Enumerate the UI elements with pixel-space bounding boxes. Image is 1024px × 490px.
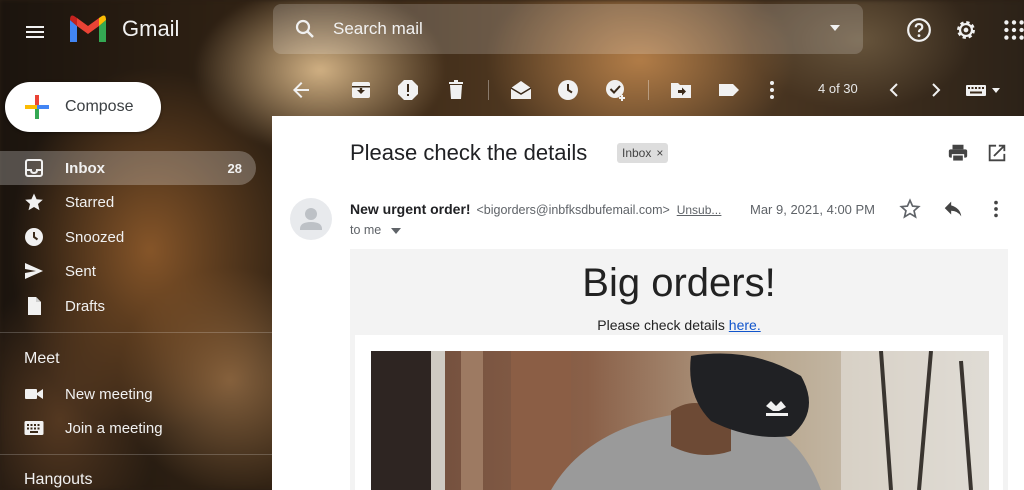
- open-in-new-window-icon[interactable]: [986, 142, 1008, 164]
- back-arrow-icon[interactable]: [289, 78, 313, 102]
- gmail-logo[interactable]: Gmail: [68, 14, 179, 44]
- recipient-details-toggle[interactable]: to me: [350, 223, 401, 237]
- search-icon[interactable]: [293, 17, 317, 41]
- send-icon: [25, 263, 43, 279]
- pager-text: 4 of 30: [818, 81, 858, 96]
- trash-icon[interactable]: [444, 78, 468, 102]
- sidebar-item-label: Snoozed: [65, 228, 125, 246]
- sidebar-item-label: Join a meeting: [65, 419, 163, 437]
- sidebar: Compose Inbox 28 Starred Snoozed Sent Dr…: [0, 64, 272, 490]
- sender-line: New urgent order! <bigorders@inbfksdbufe…: [350, 201, 721, 217]
- sender-avatar[interactable]: [290, 198, 332, 240]
- sidebar-item-inbox[interactable]: Inbox 28: [0, 151, 256, 185]
- print-icon[interactable]: [947, 142, 969, 164]
- sidebar-item-new-meeting[interactable]: New meeting: [0, 377, 256, 411]
- search-options-chevron-icon[interactable]: [829, 24, 841, 32]
- help-icon[interactable]: [906, 17, 932, 43]
- apps-grid-icon[interactable]: [1001, 17, 1024, 43]
- mark-unread-icon[interactable]: [509, 78, 533, 102]
- details-link[interactable]: here.: [729, 317, 761, 333]
- hangouts-section-title: Hangouts: [24, 471, 93, 488]
- sidebar-item-label: Inbox: [65, 159, 105, 177]
- email-date: Mar 9, 2021, 4:00 PM: [750, 202, 876, 217]
- person-in-cap-photo: [371, 351, 989, 490]
- meet-section-title: Meet: [24, 350, 60, 367]
- email-body: Big orders! Please check details here.: [350, 249, 1008, 490]
- email-photo: [371, 351, 989, 490]
- sidebar-item-sent[interactable]: Sent: [0, 254, 256, 288]
- add-to-tasks-icon[interactable]: [604, 78, 628, 102]
- toolbar-divider: [488, 80, 489, 100]
- gmail-m-icon: [70, 15, 106, 42]
- draft-icon: [28, 297, 41, 315]
- search-bar[interactable]: [273, 4, 863, 54]
- sidebar-item-label: Sent: [65, 262, 96, 280]
- menu-icon[interactable]: [22, 20, 48, 44]
- report-spam-icon[interactable]: [396, 78, 420, 102]
- gmail-wordmark: Gmail: [122, 16, 180, 41]
- email-body-text: Please check details here.: [350, 317, 1008, 333]
- remove-label-button[interactable]: ×: [656, 146, 663, 160]
- sidebar-item-label: New meeting: [65, 385, 153, 403]
- default-person-icon: [300, 208, 322, 230]
- email-image-frame: [355, 335, 1003, 490]
- unsubscribe-link[interactable]: Unsub...: [677, 203, 722, 217]
- message-pane: Please check the details Inbox × New urg…: [272, 116, 1024, 490]
- inbox-icon: [25, 159, 43, 177]
- star-outline-icon[interactable]: [899, 198, 921, 220]
- search-input[interactable]: [333, 19, 803, 39]
- more-vert-icon[interactable]: [760, 78, 784, 102]
- plus-icon: [25, 95, 49, 119]
- inbox-label-chip[interactable]: Inbox ×: [617, 143, 669, 163]
- chevron-down-icon: [390, 227, 401, 234]
- body-text-prefix: Please check details: [597, 317, 725, 333]
- clock-icon: [25, 228, 43, 246]
- sidebar-item-snoozed[interactable]: Snoozed: [0, 220, 256, 254]
- sidebar-divider: [0, 332, 272, 333]
- email-heading: Big orders!: [582, 261, 776, 305]
- snooze-clock-icon[interactable]: [556, 78, 580, 102]
- sidebar-item-label: Drafts: [65, 297, 106, 315]
- keyboard-icon: [24, 421, 44, 435]
- input-tools-keyboard-icon[interactable]: [965, 78, 1005, 102]
- message-toolbar: 4 of 30: [273, 64, 1024, 116]
- sidebar-divider: [0, 454, 272, 455]
- gear-icon[interactable]: [953, 17, 979, 43]
- video-icon: [25, 389, 43, 399]
- move-to-icon[interactable]: [669, 78, 693, 102]
- chevron-right-icon[interactable]: [924, 78, 948, 102]
- top-bar: Gmail: [0, 0, 1024, 64]
- unread-count: 28: [227, 160, 242, 176]
- sidebar-item-drafts[interactable]: Drafts: [0, 289, 256, 323]
- sidebar-item-join-meeting[interactable]: Join a meeting: [0, 411, 256, 445]
- reply-icon[interactable]: [942, 198, 964, 220]
- label-icon[interactable]: [717, 78, 741, 102]
- compose-label: Compose: [65, 98, 134, 115]
- sender-email: <bigorders@inbfksdbufemail.com>: [476, 203, 670, 217]
- archive-icon[interactable]: [349, 78, 373, 102]
- email-subject: Please check the details: [350, 140, 588, 165]
- sidebar-item-starred[interactable]: Starred: [0, 185, 256, 219]
- sidebar-item-label: Starred: [65, 193, 115, 211]
- recipient-text: to me: [350, 223, 382, 237]
- toolbar-divider: [648, 80, 649, 100]
- sender-name[interactable]: New urgent order!: [350, 201, 471, 217]
- label-chip-text: Inbox: [622, 146, 652, 160]
- star-icon: [25, 193, 43, 211]
- chevron-left-icon[interactable]: [882, 78, 906, 102]
- more-options-icon[interactable]: [985, 198, 1007, 220]
- compose-button[interactable]: Compose: [5, 82, 161, 132]
